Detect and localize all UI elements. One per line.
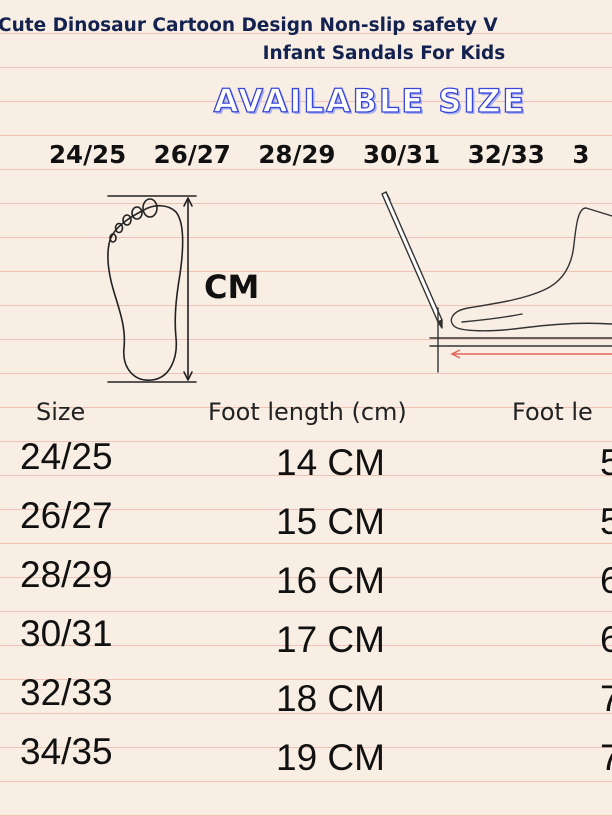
table-row: 30/31 17 CM 6 — [0, 613, 612, 671]
size-cell: 30/31 — [20, 613, 113, 654]
size-cell: 32/33 — [20, 672, 113, 713]
size-strip-item: 30/31 — [363, 140, 441, 169]
size-strip-item: 3 — [572, 140, 590, 169]
clipped-cell: 7 — [600, 678, 612, 719]
product-size-chart: { "title": { "line1": "Cute Dinosaur Car… — [0, 0, 612, 816]
table-row: 26/27 15 CM 5 — [0, 495, 612, 553]
foot-length-cell: 15 CM — [276, 501, 385, 542]
product-title-line-1: Cute Dinosaur Cartoon Design Non-slip sa… — [0, 15, 498, 36]
size-strip-item: 32/33 — [467, 140, 545, 169]
product-title-line-2: Infant Sandals For Kids — [262, 43, 506, 64]
table-row: 24/25 14 CM 5 — [0, 436, 612, 494]
header-foot-length-clipped: Foot le — [512, 398, 593, 426]
size-cell: 34/35 — [20, 731, 113, 772]
header-size: Size — [36, 398, 86, 426]
cm-unit-label: CM — [204, 268, 260, 306]
table-row: 32/33 18 CM 7 — [0, 672, 612, 730]
size-cell: 26/27 — [20, 495, 113, 536]
clipped-cell: 6 — [600, 560, 612, 601]
clipped-cell: 5 — [600, 501, 612, 542]
clipped-cell: 5 — [600, 442, 612, 483]
foot-length-cell: 16 CM — [276, 560, 385, 601]
foot-length-cell: 19 CM — [276, 737, 385, 778]
clipped-cell: 7 — [600, 737, 612, 778]
size-strip-item: 26/27 — [153, 140, 231, 169]
table-row: 34/35 19 CM 7 — [0, 731, 612, 789]
clipped-cell: 6 — [600, 619, 612, 660]
size-strip-item: 24/25 — [49, 140, 127, 169]
foot-length-cell: 14 CM — [276, 442, 385, 483]
foot-length-cell: 18 CM — [276, 678, 385, 719]
size-strip-item: 28/29 — [258, 140, 336, 169]
size-strip: 24/25 26/27 28/29 30/31 32/33 3 — [49, 140, 608, 169]
available-size-heading: AVAILABLE SIZE — [213, 81, 527, 120]
foot-outline-icon — [107, 195, 197, 383]
header-foot-length: Foot length (cm) — [208, 398, 407, 426]
size-cell: 28/29 — [20, 554, 113, 595]
foot-measurement-diagram-icon — [381, 191, 612, 373]
foot-length-cell: 17 CM — [276, 619, 385, 660]
size-cell: 24/25 — [20, 436, 113, 477]
table-row: 28/29 16 CM 6 — [0, 554, 612, 612]
